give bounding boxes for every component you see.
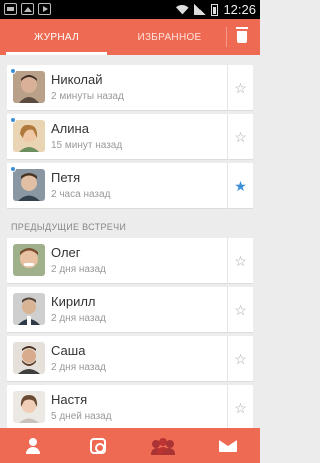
gallery-icon xyxy=(21,3,34,15)
section-title: ПРЕДЫДУЩИЕ ВСТРЕЧИ xyxy=(11,222,127,232)
star-icon[interactable]: ★ xyxy=(227,163,253,209)
profile-card-icon xyxy=(89,437,106,454)
star-icon[interactable]: ☆ xyxy=(227,238,253,284)
notification-icon xyxy=(4,3,17,15)
avatar xyxy=(13,293,45,325)
avatar xyxy=(13,169,45,201)
list-item[interactable]: Олег 2 дня назад ☆ xyxy=(7,238,253,284)
contact-name: Настя xyxy=(51,392,88,407)
top-tab-bar: ЖУРНАЛ ИЗБРАННОЕ xyxy=(0,19,260,55)
meetings-list: Николай 2 минуты назад ☆ Алина 15 минут … xyxy=(0,55,260,428)
contact-name: Алина xyxy=(51,121,89,136)
status-bar: 12:26 xyxy=(0,0,260,19)
meeting-time: 2 минуты назад xyxy=(51,91,124,102)
tab-journal[interactable]: ЖУРНАЛ xyxy=(0,19,113,55)
group-icon xyxy=(150,437,175,455)
list-item[interactable]: Настя 5 дней назад ☆ xyxy=(7,385,253,428)
nav-profile[interactable] xyxy=(0,428,65,463)
contact-name: Олег xyxy=(51,245,81,260)
meeting-time: 2 часа назад xyxy=(51,189,111,200)
list-item[interactable]: Кирилл 2 дня назад ☆ xyxy=(7,287,253,333)
star-icon[interactable]: ☆ xyxy=(227,287,253,333)
meeting-time: 2 дня назад xyxy=(51,313,106,324)
meeting-time: 2 дня назад xyxy=(51,264,106,275)
contact-name: Петя xyxy=(51,170,81,185)
nav-card[interactable] xyxy=(65,428,130,463)
contact-name: Николай xyxy=(51,72,103,87)
new-indicator xyxy=(10,117,16,123)
avatar xyxy=(13,71,45,103)
avatar xyxy=(13,244,45,276)
avatar xyxy=(13,342,45,374)
new-indicator xyxy=(10,68,16,74)
meeting-time: 2 дня назад xyxy=(51,362,106,373)
list-item[interactable]: Николай 2 минуты назад ☆ xyxy=(7,65,253,111)
play-store-icon xyxy=(38,3,51,15)
nav-meetings[interactable] xyxy=(130,428,195,463)
meeting-time: 5 дней назад xyxy=(51,411,112,422)
trash-icon[interactable] xyxy=(234,27,252,47)
list-item[interactable]: Петя 2 часа назад ★ xyxy=(7,163,253,209)
person-icon xyxy=(25,437,40,454)
star-icon[interactable]: ☆ xyxy=(227,385,253,428)
list-item[interactable]: Саша 2 дня назад ☆ xyxy=(7,336,253,382)
tab-favorites[interactable]: ИЗБРАННОЕ xyxy=(113,19,226,55)
mail-icon xyxy=(218,439,237,452)
avatar xyxy=(13,391,45,423)
battery-icon xyxy=(211,3,219,16)
tab-divider xyxy=(226,27,227,47)
status-time: 12:26 xyxy=(223,2,256,17)
meeting-time: 15 минут назад xyxy=(51,140,123,151)
wifi-icon xyxy=(175,5,189,15)
contact-name: Кирилл xyxy=(51,294,96,309)
bottom-nav xyxy=(0,428,260,463)
star-icon[interactable]: ☆ xyxy=(227,336,253,382)
list-item[interactable]: Алина 15 минут назад ☆ xyxy=(7,114,253,160)
contact-name: Саша xyxy=(51,343,86,358)
star-icon[interactable]: ☆ xyxy=(227,114,253,160)
new-indicator xyxy=(10,166,16,172)
signal-icon xyxy=(194,4,207,15)
avatar xyxy=(13,120,45,152)
star-icon[interactable]: ☆ xyxy=(227,65,253,111)
nav-messages[interactable] xyxy=(195,428,260,463)
